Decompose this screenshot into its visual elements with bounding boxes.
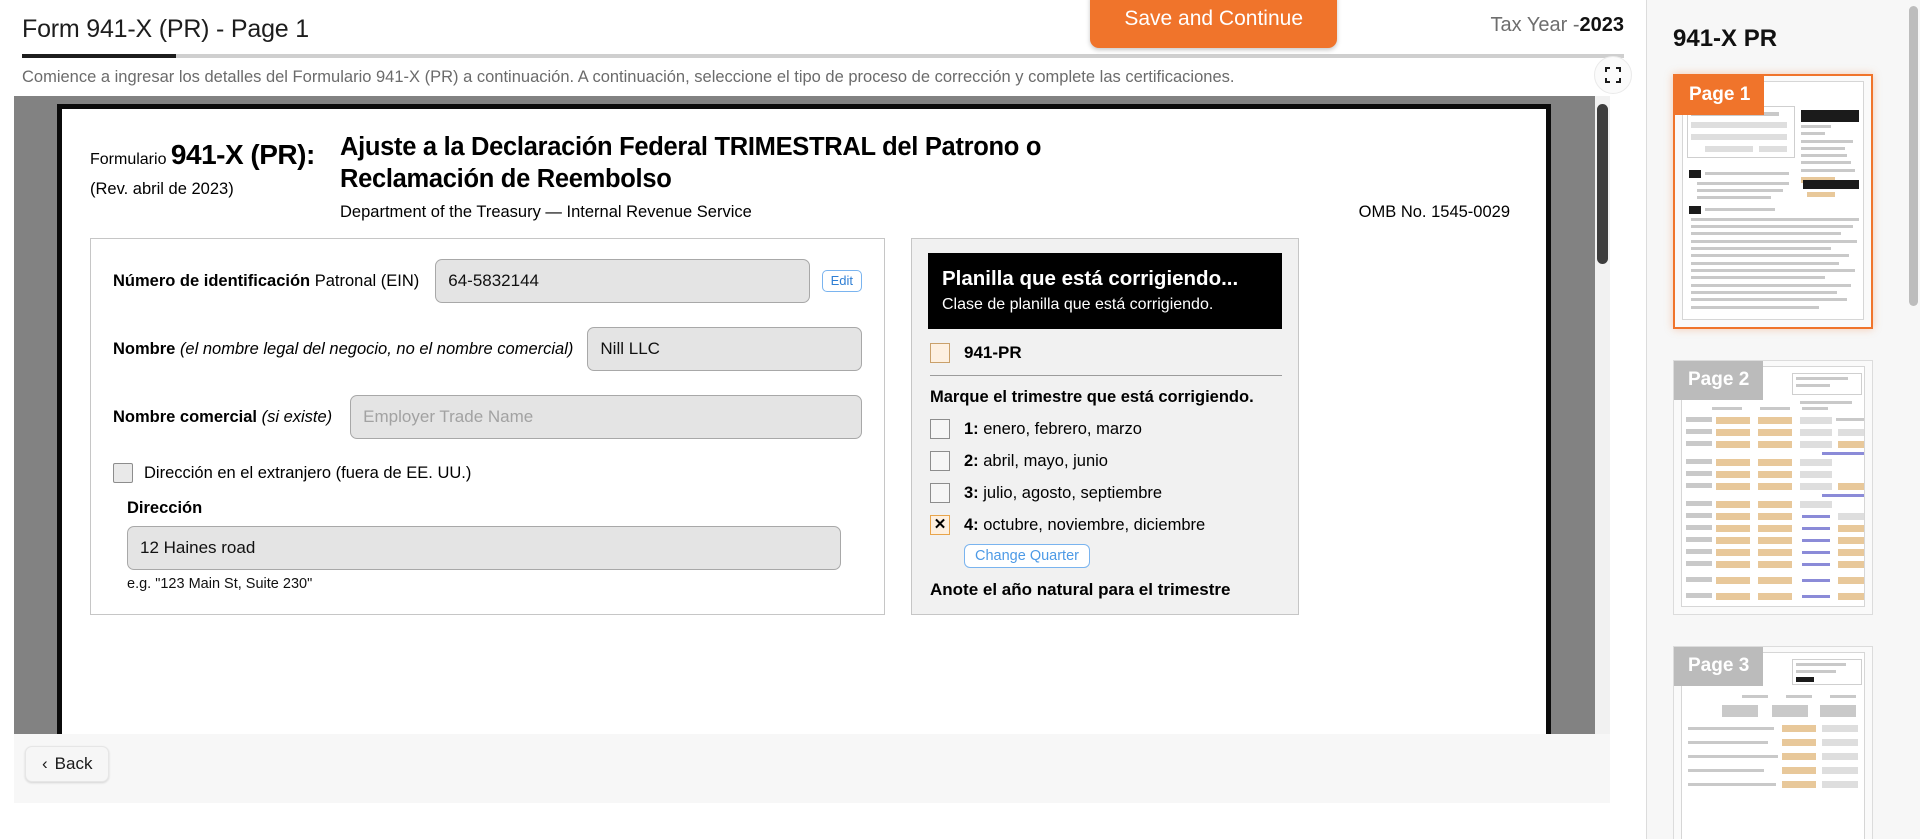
direccion-input[interactable]: 12 Haines road xyxy=(127,526,841,570)
viewer-scrollbar-thumb[interactable] xyxy=(1597,104,1608,264)
thumbnail-page-1-label: Page 1 xyxy=(1675,76,1765,115)
ein-row: Número de identificación Patronal (EIN) … xyxy=(113,259,862,303)
foreign-address-row[interactable]: Dirección en el extranjero (fuera de EE.… xyxy=(113,463,862,483)
sidebar-title: 941-X PR xyxy=(1673,25,1778,52)
save-and-continue-button[interactable]: Save and Continue xyxy=(1090,0,1337,48)
formulario-number: 941-X (PR): xyxy=(170,139,315,170)
correcting-return-panel: Planilla que está corrigiendo... Clase d… xyxy=(911,238,1299,615)
quarter-row-2[interactable]: 2: abril, mayo, junio xyxy=(930,451,1282,471)
nombre-comercial-label: Nombre comercial (si existe) xyxy=(113,407,333,426)
banner-title: Planilla que está corrigiendo... xyxy=(942,267,1239,290)
nombre-comercial-row: Nombre comercial (si existe) Employer Tr… xyxy=(113,395,862,439)
form-type-checkbox[interactable] xyxy=(930,343,950,363)
collapse-arrows-icon[interactable] xyxy=(1594,56,1632,94)
form-footer: ‹ Back xyxy=(14,734,1610,803)
quarter-row-3[interactable]: 3: julio, agosto, septiembre xyxy=(930,483,1282,503)
form-viewer[interactable]: Formulario 941-X (PR): (Rev. abril de 20… xyxy=(14,96,1610,734)
quarter-1-label: 1: enero, febrero, marzo xyxy=(964,419,1142,438)
direccion-label: Dirección xyxy=(127,499,203,517)
ein-edit-button[interactable]: Edit xyxy=(821,270,862,292)
app-root: Form 941-X (PR) - Page 1 Tax Year -2023 … xyxy=(0,0,1920,839)
back-button[interactable]: ‹ Back xyxy=(25,746,110,782)
change-quarter-button[interactable]: Change Quarter xyxy=(964,544,1090,568)
correcting-return-banner: Planilla que está corrigiendo... Clase d… xyxy=(928,253,1282,329)
page-subtitle: Comience a ingresar los detalles del For… xyxy=(22,68,1235,86)
nombre-comercial-input[interactable]: Employer Trade Name xyxy=(350,395,862,439)
page-title: Form 941-X (PR) - Page 1 xyxy=(22,15,309,43)
thumbnail-list: Page 1 Page 2 Page 3 xyxy=(1647,74,1920,839)
nombre-row: Nombre (el nombre legal del negocio, no … xyxy=(113,327,862,371)
back-button-label: Back xyxy=(54,754,93,773)
quarter-heading: Marque el trimestre que está corrigiendo… xyxy=(930,388,1254,406)
tax-year: Tax Year -2023 xyxy=(1491,14,1624,37)
thumbnail-page-3[interactable]: Page 3 xyxy=(1673,646,1873,839)
foreign-address-checkbox[interactable] xyxy=(113,463,133,483)
thumbnail-page-1[interactable]: Page 1 xyxy=(1673,74,1873,329)
thumbnail-page-2-label: Page 2 xyxy=(1674,361,1764,400)
quarter-row-1[interactable]: 1: enero, febrero, marzo xyxy=(930,419,1282,439)
form-type-label: 941-PR xyxy=(964,343,1022,362)
page-header: Form 941-X (PR) - Page 1 Tax Year -2023 xyxy=(0,0,1646,58)
nombre-label: Nombre (el nombre legal del negocio, no … xyxy=(113,339,574,358)
quarter-1-checkbox[interactable] xyxy=(930,419,950,439)
quarter-4-checkbox[interactable]: ✕ xyxy=(930,515,950,535)
header-progress-rule xyxy=(22,54,1624,58)
tax-year-label: Tax Year - xyxy=(1490,14,1580,36)
quarter-3-checkbox[interactable] xyxy=(930,483,950,503)
thumbnail-page-1-preview xyxy=(1682,81,1864,320)
sidebar-scrollbar-thumb[interactable] xyxy=(1909,6,1918,306)
employer-info-panel: Número de identificación Patronal (EIN) … xyxy=(90,238,885,615)
quarter-2-label: 2: abril, mayo, junio xyxy=(964,451,1108,470)
foreign-address-label: Dirección en el extranjero (fuera de EE.… xyxy=(144,463,472,482)
year-heading: Anote el año natural para el trimestre xyxy=(930,580,1231,599)
chevron-left-icon: ‹ xyxy=(42,754,48,773)
page-thumbnail-sidebar: 941-X PR Page 1 Page 2 Page 3 xyxy=(1646,0,1920,839)
banner-subtitle: Clase de planilla que está corrigiendo. xyxy=(942,296,1214,313)
quarter-4-label: 4: octubre, noviembre, diciembre xyxy=(964,515,1206,534)
ein-label: Número de identificación Patronal (EIN) xyxy=(113,271,420,290)
form-department: Department of the Treasury — Internal Re… xyxy=(340,203,752,221)
quarter-2-checkbox[interactable] xyxy=(930,451,950,471)
panel-divider xyxy=(930,375,1282,376)
thumbnail-page-2-preview xyxy=(1681,366,1865,607)
quarter-3-label: 3: julio, agosto, septiembre xyxy=(964,483,1163,502)
formulario-label: Formulario xyxy=(90,151,167,168)
irs-form-heading: Formulario 941-X (PR): (Rev. abril de 20… xyxy=(90,131,1518,222)
form-title: Ajuste a la Declaración Federal TRIMESTR… xyxy=(340,133,1042,193)
tax-year-value: 2023 xyxy=(1579,14,1625,36)
collapse-arrows-glyph xyxy=(1605,67,1621,83)
thumbnail-page-3-label: Page 3 xyxy=(1674,647,1764,686)
direccion-hint: e.g. "123 Main St, Suite 230" xyxy=(127,576,313,592)
form-omb-number: OMB No. 1545-0029 xyxy=(1358,203,1510,221)
form-revision: (Rev. abril de 2023) xyxy=(90,180,234,198)
thumbnail-page-2[interactable]: Page 2 xyxy=(1673,360,1873,615)
viewer-scrollbar[interactable] xyxy=(1595,96,1610,734)
form-type-row[interactable]: 941-PR xyxy=(930,343,1282,363)
main-content: Form 941-X (PR) - Page 1 Tax Year -2023 … xyxy=(0,0,1646,839)
nombre-input[interactable]: Nill LLC xyxy=(587,327,862,371)
quarter-row-4[interactable]: ✕ 4: octubre, noviembre, diciembre xyxy=(930,515,1282,535)
form-paper: Formulario 941-X (PR): (Rev. abril de 20… xyxy=(57,104,1551,734)
ein-input[interactable]: 64-5832144 xyxy=(435,259,810,303)
